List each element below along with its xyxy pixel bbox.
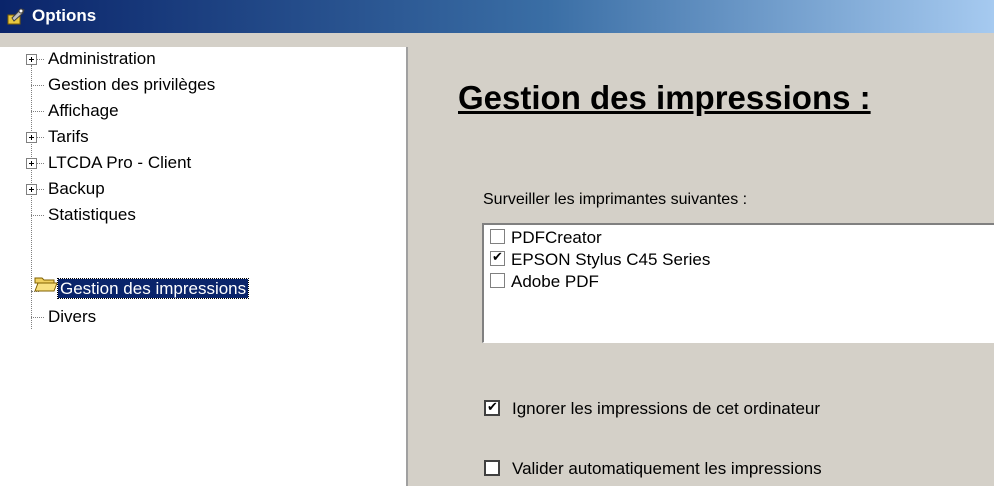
tree-item-backup[interactable]: Backup [46,176,107,202]
printer-item-epson[interactable]: EPSON Stylus C45 Series [490,248,711,271]
tree-connector [31,215,44,216]
printer-name: PDFCreator [511,228,602,247]
tree-item-label: Gestion des privilèges [48,75,216,94]
tree-item-administration[interactable]: Administration [46,46,158,72]
tree-connector [31,317,44,318]
tree-item-divers[interactable]: Divers [46,304,98,330]
tree-item-gestion-impressions[interactable]: Gestion des impressions [56,276,250,302]
settings-panel: Gestion des impressions : Surveiller les… [408,47,994,486]
tree-item-label: Backup [48,179,105,198]
tree-item-label: Statistiques [48,205,136,224]
option-label: Ignorer les impressions de cet ordinateu… [512,399,821,418]
printers-label: Surveiller les imprimantes suivantes : [483,191,748,208]
tree-item-affichage[interactable]: Affichage [46,98,121,124]
options-wrench-icon [7,8,25,25]
tree-item-gestion-privileges[interactable]: Gestion des privilèges [46,72,217,98]
tree-connector [31,111,44,112]
open-folder-icon [34,277,58,292]
title-bar: Options [0,0,994,33]
auto-validate-option[interactable]: Valider automatiquement les impressions [484,457,822,481]
tree-connector [36,163,44,164]
tree-item-ltcda-pro-client[interactable]: LTCDA Pro - Client [46,150,193,176]
option-label: Valider automatiquement les impressions [512,459,822,478]
printer-name: Adobe PDF [511,272,599,291]
tree-item-tarifs[interactable]: Tarifs [46,124,91,150]
tree-item-label: Divers [48,307,97,326]
printer-name: EPSON Stylus C45 Series [511,250,711,269]
printers-listbox[interactable]: PDFCreator EPSON Stylus C45 Series Adobe… [482,223,994,343]
tree-item-label: Administration [48,49,156,68]
ignore-local-prints-checkbox[interactable] [484,398,500,416]
printer-item-adobe-pdf[interactable]: Adobe PDF [490,271,599,293]
tree-item-label: Tarifs [48,127,89,146]
tree-item-label: Affichage [48,101,119,120]
page-title: Gestion des impressions : [458,79,871,116]
tree-connector [36,59,44,60]
printer-checkbox[interactable] [490,248,505,267]
expand-administration-icon[interactable] [26,54,37,65]
options-tree[interactable]: Administration Gestion des privilèges Af… [0,47,408,486]
ignore-local-prints-option[interactable]: Ignorer les impressions de cet ordinateu… [484,397,820,421]
auto-validate-checkbox[interactable] [484,459,500,476]
tree-item-statistiques[interactable]: Statistiques [46,202,138,228]
printer-checkbox[interactable] [490,229,505,245]
expand-tarifs-icon[interactable] [26,132,37,143]
tree-connector [31,85,44,86]
expand-ltcda-icon[interactable] [26,158,37,169]
printer-item-pdfcreator[interactable]: PDFCreator [490,227,602,249]
tree-item-label: Gestion des impressions [56,278,250,299]
tree-connector [36,189,44,190]
tree-item-label: LTCDA Pro - Client [48,153,192,172]
tree-connector [36,137,44,138]
printer-checkbox[interactable] [490,273,505,289]
expand-backup-icon[interactable] [26,184,37,195]
window-title: Options [32,6,97,25]
tree-connector [31,65,32,329]
